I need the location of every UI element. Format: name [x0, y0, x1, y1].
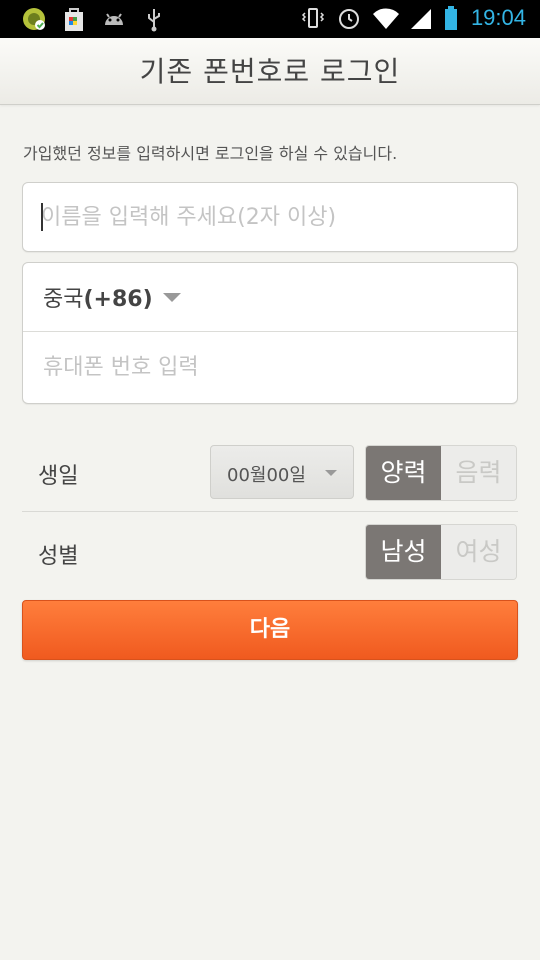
status-bar: 19:04: [0, 0, 540, 38]
divider: [22, 511, 518, 512]
birthday-date-value: 00월00일: [227, 465, 306, 486]
gender-female-option[interactable]: 여성: [441, 525, 516, 579]
phone-number-input[interactable]: [43, 332, 493, 402]
gender-toggle: 남성 여성: [365, 524, 517, 580]
shopping-bag-icon: [60, 5, 88, 33]
country-code: (+86): [83, 287, 153, 312]
info-text: 가입했던 정보를 입력하시면 로그인을 하실 수 있습니다.: [23, 144, 398, 163]
birthday-date-select[interactable]: 00월00일: [210, 445, 354, 499]
gender-male-option[interactable]: 남성: [366, 525, 441, 579]
next-button[interactable]: 다음: [22, 600, 518, 660]
country-name: 중국: [43, 287, 84, 312]
notification-icons: [20, 5, 168, 33]
app-circle-icon: [20, 5, 48, 33]
name-field-container: [22, 182, 518, 252]
birthday-label: 생일: [38, 464, 79, 489]
lunar-calendar-option[interactable]: 음력: [441, 446, 516, 500]
alarm-icon: [335, 4, 363, 32]
system-icons: 19:04: [299, 4, 526, 32]
usb-icon: [140, 5, 168, 33]
android-icon: [100, 5, 128, 33]
title-bar: 기존 폰번호로 로그인: [0, 38, 540, 105]
country-selector[interactable]: 중국(+86): [23, 263, 517, 332]
dropdown-arrow-icon: [163, 293, 181, 302]
phone-field-container: 중국(+86): [22, 262, 518, 404]
vibrate-icon: [299, 4, 327, 32]
signal-icon: [407, 4, 435, 32]
wifi-icon: [371, 4, 399, 32]
page-title: 기존 폰번호로 로그인: [139, 55, 401, 88]
country-label: 중국(+86): [43, 281, 153, 313]
name-input[interactable]: [41, 183, 491, 251]
clock-time: 19:04: [470, 5, 526, 30]
battery-icon: [443, 4, 459, 32]
gender-label: 성별: [38, 544, 79, 569]
text-cursor: [41, 203, 43, 231]
calendar-type-toggle: 양력 음력: [365, 445, 517, 501]
solar-calendar-option[interactable]: 양력: [366, 446, 441, 500]
dropdown-arrow-icon: [325, 470, 337, 476]
